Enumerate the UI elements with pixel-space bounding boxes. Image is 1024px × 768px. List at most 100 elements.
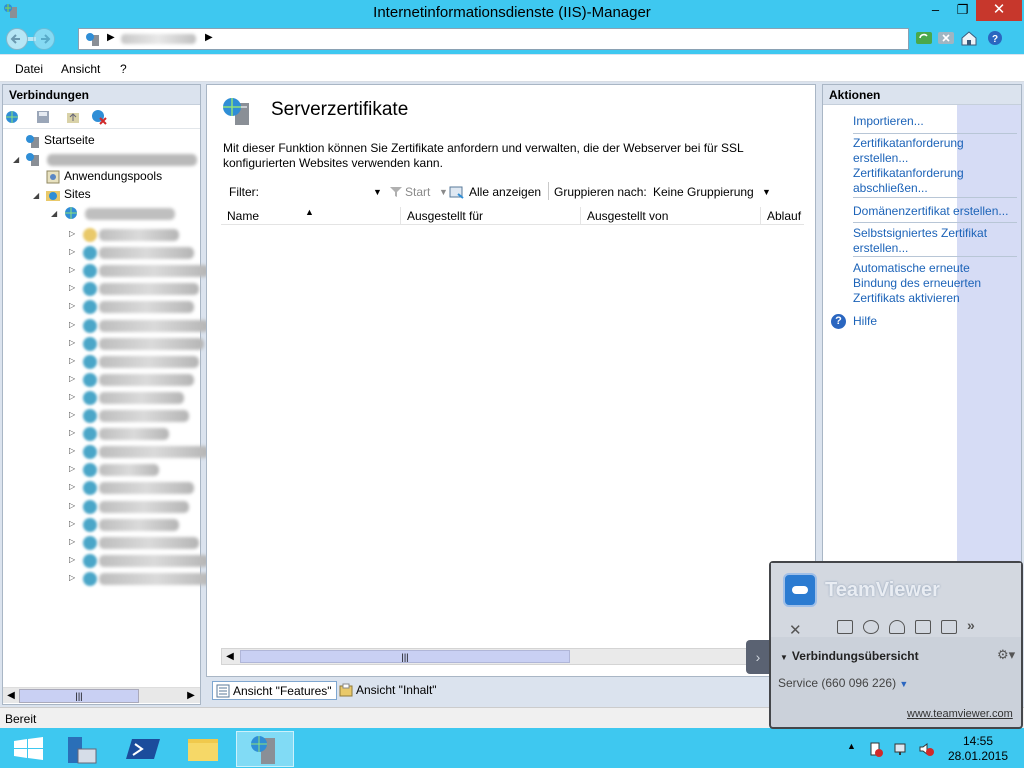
more-icon[interactable]: » bbox=[967, 617, 975, 633]
home-icon[interactable] bbox=[960, 29, 978, 47]
menu-file[interactable]: Datei bbox=[15, 62, 43, 76]
address-field[interactable]: ▶ ▶ bbox=[78, 28, 909, 50]
expand-node-icon[interactable]: ▷ bbox=[69, 501, 75, 510]
action-help[interactable]: Hilfe bbox=[853, 314, 1013, 329]
scroll-left-icon[interactable]: ◀ bbox=[3, 688, 19, 704]
help-dropdown-icon[interactable]: ? bbox=[987, 29, 1005, 47]
action-create-request[interactable]: Zertifikatanforderung erstellen... bbox=[853, 136, 978, 166]
volume-muted-icon[interactable] bbox=[918, 741, 934, 757]
show-all-button[interactable]: Alle anzeigen bbox=[469, 185, 541, 199]
expand-node-icon[interactable]: ▷ bbox=[69, 338, 75, 347]
expand-node-icon[interactable]: ▷ bbox=[69, 320, 75, 329]
expand-node-icon[interactable]: ▷ bbox=[69, 537, 75, 546]
start-dropdown-icon[interactable]: ▼ bbox=[439, 187, 448, 197]
server-manager-taskbar-button[interactable] bbox=[58, 731, 116, 767]
scroll-left-icon[interactable]: ◀ bbox=[222, 649, 238, 664]
close-button[interactable]: ✕ bbox=[976, 0, 1022, 21]
features-view-icon bbox=[216, 684, 230, 698]
expand-node-icon[interactable]: ▷ bbox=[69, 464, 75, 473]
tree-server[interactable] bbox=[25, 151, 44, 167]
expand-node-icon[interactable]: ▷ bbox=[69, 446, 75, 455]
column-issued-by[interactable]: Ausgestellt von bbox=[581, 207, 761, 225]
chat-icon[interactable] bbox=[915, 620, 931, 634]
column-expiration[interactable]: Ablauf bbox=[761, 207, 804, 225]
tree-sites[interactable]: Sites bbox=[45, 187, 91, 203]
disconnect-icon[interactable] bbox=[91, 109, 107, 125]
maximize-button[interactable]: ❐ bbox=[949, 0, 976, 21]
expand-node-icon[interactable]: ▷ bbox=[69, 555, 75, 564]
collapse-sites-icon[interactable]: ◢ bbox=[33, 191, 39, 200]
breadcrumb-separator-icon[interactable]: ▶ bbox=[205, 32, 213, 43]
video-icon[interactable] bbox=[837, 620, 853, 634]
powershell-taskbar-button[interactable] bbox=[116, 731, 174, 767]
stop-icon[interactable] bbox=[937, 29, 955, 47]
expand-node-icon[interactable]: ▷ bbox=[69, 573, 75, 582]
dropdown-icon[interactable]: ▼ bbox=[899, 679, 908, 689]
blurred-node-label bbox=[99, 518, 179, 531]
table-horizontal-scrollbar[interactable]: ◀ ||| bbox=[221, 648, 811, 665]
network-icon[interactable] bbox=[893, 741, 909, 757]
phone-icon[interactable] bbox=[863, 620, 879, 634]
files-icon[interactable] bbox=[941, 620, 957, 634]
expand-node-icon[interactable]: ▷ bbox=[69, 247, 75, 256]
iis-manager-icon bbox=[251, 736, 275, 764]
tree-start-page[interactable]: Startseite bbox=[25, 133, 95, 149]
scroll-right-icon[interactable]: ▶ bbox=[183, 688, 199, 704]
tab-content-view[interactable]: Ansicht "Inhalt" bbox=[336, 681, 441, 700]
start-button[interactable]: Start bbox=[405, 185, 430, 199]
menu-view[interactable]: Ansicht bbox=[61, 62, 100, 76]
save-icon[interactable] bbox=[35, 109, 51, 125]
expand-node-icon[interactable]: ▷ bbox=[69, 482, 75, 491]
action-center-icon[interactable] bbox=[868, 741, 884, 757]
expand-node-icon[interactable]: ▷ bbox=[69, 301, 75, 310]
scroll-thumb[interactable]: ||| bbox=[19, 689, 139, 703]
tab-features-view[interactable]: Ansicht "Features" bbox=[212, 681, 337, 700]
gear-icon[interactable]: ⚙▾ bbox=[997, 647, 1015, 663]
group-by-select[interactable]: Keine Gruppierung bbox=[653, 185, 754, 199]
expand-node-icon[interactable]: ▷ bbox=[69, 229, 75, 238]
headset-icon[interactable] bbox=[889, 620, 905, 634]
server-icon bbox=[86, 33, 99, 46]
expand-node-icon[interactable]: ▷ bbox=[69, 356, 75, 365]
expand-node-icon[interactable]: ▷ bbox=[69, 410, 75, 419]
tree-default-web-site[interactable] bbox=[63, 205, 82, 221]
forward-button[interactable] bbox=[33, 28, 55, 50]
tree-app-pools[interactable]: Anwendungspools bbox=[45, 169, 162, 185]
expand-node-icon[interactable]: ▷ bbox=[69, 265, 75, 274]
teamviewer-link[interactable]: www.teamviewer.com bbox=[907, 708, 1013, 720]
connections-horizontal-scrollbar[interactable]: ◀ ||| ▶ bbox=[3, 687, 200, 703]
taskbar-clock[interactable]: 14:55 28.01.2015 bbox=[940, 734, 1016, 764]
teamviewer-close-icon[interactable]: ✕ bbox=[789, 621, 802, 639]
expand-node-icon[interactable]: ▷ bbox=[69, 374, 75, 383]
iis-manager-taskbar-button[interactable] bbox=[236, 731, 294, 767]
minimize-button[interactable]: – bbox=[922, 0, 949, 21]
blurred-node-label bbox=[99, 572, 214, 585]
expand-node-icon[interactable]: ▷ bbox=[69, 428, 75, 437]
group-by-dropdown-icon[interactable]: ▼ bbox=[762, 187, 771, 197]
action-complete-request[interactable]: Zertifikatanforderung abschließen... bbox=[853, 166, 978, 196]
filter-dropdown-icon[interactable]: ▼ bbox=[373, 187, 382, 197]
expand-node-icon[interactable]: ▷ bbox=[69, 519, 75, 528]
scroll-thumb[interactable]: ||| bbox=[240, 650, 570, 663]
column-issued-to[interactable]: Ausgestellt für bbox=[401, 207, 581, 225]
collapse-server-icon[interactable]: ◢ bbox=[13, 155, 19, 164]
action-create-domain-cert[interactable]: Domänenzertifikat erstellen... bbox=[853, 204, 1018, 219]
expand-node-icon[interactable]: ▷ bbox=[69, 392, 75, 401]
menu-help[interactable]: ? bbox=[120, 62, 127, 76]
collapse-icon[interactable]: ▼ bbox=[780, 653, 788, 662]
tray-expand-icon[interactable]: ▲ bbox=[847, 741, 863, 757]
refresh-icon[interactable] bbox=[915, 29, 933, 47]
teamviewer-expand-button[interactable]: › bbox=[746, 640, 770, 674]
explorer-taskbar-button[interactable] bbox=[174, 731, 232, 767]
back-button[interactable] bbox=[6, 28, 28, 50]
connect-globe-icon[interactable] bbox=[5, 109, 21, 125]
column-name[interactable]: Name ▲ bbox=[221, 207, 401, 225]
collapse-default-site-icon[interactable]: ◢ bbox=[51, 209, 57, 218]
start-button[interactable] bbox=[0, 731, 58, 767]
action-import[interactable]: Importieren... bbox=[853, 114, 1013, 129]
breadcrumb-separator-icon[interactable]: ▶ bbox=[107, 32, 115, 43]
action-enable-auto-rebind[interactable]: Automatische erneute Bindung des erneuer… bbox=[853, 261, 988, 306]
expand-node-icon[interactable]: ▷ bbox=[69, 283, 75, 292]
up-level-icon[interactable] bbox=[65, 109, 81, 125]
action-create-self-signed[interactable]: Selbstsigniertes Zertifikat erstellen... bbox=[853, 226, 993, 256]
